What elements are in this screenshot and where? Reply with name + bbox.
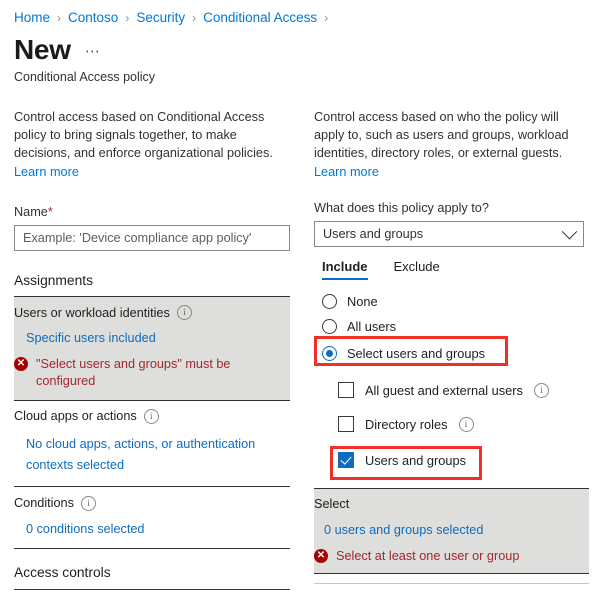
right-intro-text: Control access based on who the policy w… (314, 108, 589, 162)
conditions-label-row: Conditions i (14, 496, 290, 511)
apply-to-dropdown[interactable]: Users and groups (314, 221, 584, 247)
assignments-heading: Assignments (14, 273, 290, 288)
breadcrumb-item-home[interactable]: Home (14, 10, 50, 25)
checkbox-icon (338, 416, 354, 432)
info-icon[interactable]: i (534, 383, 549, 398)
users-or-workload-identities-label: Users or workload identities (14, 306, 170, 320)
left-intro-text: Control access based on Conditional Acce… (14, 108, 290, 162)
checkbox-all-guest-and-external-users[interactable]: All guest and external users i (338, 376, 589, 404)
error-circle-icon: ✕ (314, 549, 328, 563)
checkbox-label-directory-roles: Directory roles (365, 417, 448, 432)
chevron-down-icon (562, 223, 578, 239)
apply-to-selected-value: Users and groups (323, 227, 423, 241)
radio-icon-selected (322, 346, 337, 361)
required-marker: * (48, 205, 53, 219)
error-circle-icon: ✕ (14, 357, 28, 371)
info-icon[interactable]: i (81, 496, 96, 511)
radio-icon (322, 294, 337, 309)
cloud-apps-value-link[interactable]: No cloud apps, actions, or authenticatio… (26, 437, 255, 473)
right-column: Control access based on who the policy w… (314, 108, 589, 584)
breadcrumb-separator-icon: › (324, 11, 328, 25)
checkbox-label-users-and-groups: Users and groups (365, 453, 466, 468)
apply-to-label: What does this policy apply to? (314, 201, 589, 215)
radio-option-all-users[interactable]: All users (322, 314, 589, 339)
users-error-message: ✕ "Select users and groups" must be conf… (14, 356, 290, 390)
select-panel-error-text: Select at least one user or group (336, 548, 519, 565)
checkbox-label-all-guest-and-external-users: All guest and external users (365, 383, 523, 398)
radio-label-select-users-and-groups: Select users and groups (347, 346, 485, 361)
conditions-row[interactable]: Conditions i 0 conditions selected (14, 487, 290, 548)
users-or-workload-identities-row[interactable]: Users or workload identities i Specific … (14, 297, 290, 400)
breadcrumb-separator-icon: › (192, 11, 196, 25)
page-title: New (14, 36, 71, 64)
cloud-apps-or-actions-row[interactable]: Cloud apps or actions i No cloud apps, a… (14, 401, 290, 486)
breadcrumb-item-security[interactable]: Security (136, 10, 185, 25)
select-panel-value-link[interactable]: 0 users and groups selected (324, 523, 483, 537)
divider-light (314, 583, 589, 584)
divider (14, 589, 290, 590)
users-error-text: "Select users and groups" must be config… (36, 356, 290, 390)
left-learn-more-link[interactable]: Learn more (14, 165, 79, 179)
conditions-value-link[interactable]: 0 conditions selected (26, 522, 145, 536)
conditional-access-new-policy-page: Home › Contoso › Security › Conditional … (0, 0, 609, 593)
checkbox-directory-roles[interactable]: Directory roles i (338, 410, 589, 438)
info-icon[interactable]: i (459, 417, 474, 432)
info-icon[interactable]: i (177, 305, 192, 320)
select-panel-error-message: ✕ Select at least one user or group (314, 548, 589, 565)
checkbox-icon (338, 382, 354, 398)
users-or-workload-identities-value-link[interactable]: Specific users included (26, 331, 156, 345)
access-controls-heading: Access controls (14, 565, 290, 580)
radio-option-none[interactable]: None (322, 289, 589, 314)
tab-exclude[interactable]: Exclude (394, 259, 440, 280)
name-label-text: Name (14, 205, 48, 219)
select-users-and-groups-panel[interactable]: Select 0 users and groups selected ✕ Sel… (314, 489, 589, 573)
breadcrumb: Home › Contoso › Security › Conditional … (14, 10, 335, 25)
breadcrumb-separator-icon: › (125, 11, 129, 25)
users-or-workload-identities-label-row: Users or workload identities i (14, 305, 290, 320)
radio-label-all-users: All users (347, 319, 396, 334)
checkbox-users-and-groups[interactable]: Users and groups (338, 446, 589, 474)
cloud-apps-or-actions-label: Cloud apps or actions (14, 409, 137, 423)
page-title-row: New ⋯ (14, 36, 101, 64)
conditions-label: Conditions (14, 496, 74, 510)
page-subtitle: Conditional Access policy (14, 70, 155, 84)
cloud-apps-label-row: Cloud apps or actions i (14, 409, 290, 424)
name-field-label: Name* (14, 205, 290, 219)
select-panel-heading: Select (314, 497, 589, 511)
breadcrumb-item-contoso[interactable]: Contoso (68, 10, 118, 25)
breadcrumb-item-conditional-access[interactable]: Conditional Access (203, 10, 317, 25)
info-icon[interactable]: i (144, 409, 159, 424)
radio-option-select-users-and-groups[interactable]: Select users and groups (322, 339, 589, 368)
policy-name-input[interactable] (14, 225, 290, 251)
checkbox-icon-checked (338, 452, 354, 468)
right-learn-more-link[interactable]: Learn more (314, 165, 379, 179)
radio-label-none: None (347, 294, 378, 309)
tab-include[interactable]: Include (322, 259, 368, 280)
more-options-button[interactable]: ⋯ (85, 42, 101, 60)
include-exclude-tabs: Include Exclude (314, 259, 589, 280)
breadcrumb-separator-icon: › (57, 11, 61, 25)
left-column: Control access based on Conditional Acce… (14, 108, 290, 590)
radio-icon (322, 319, 337, 334)
